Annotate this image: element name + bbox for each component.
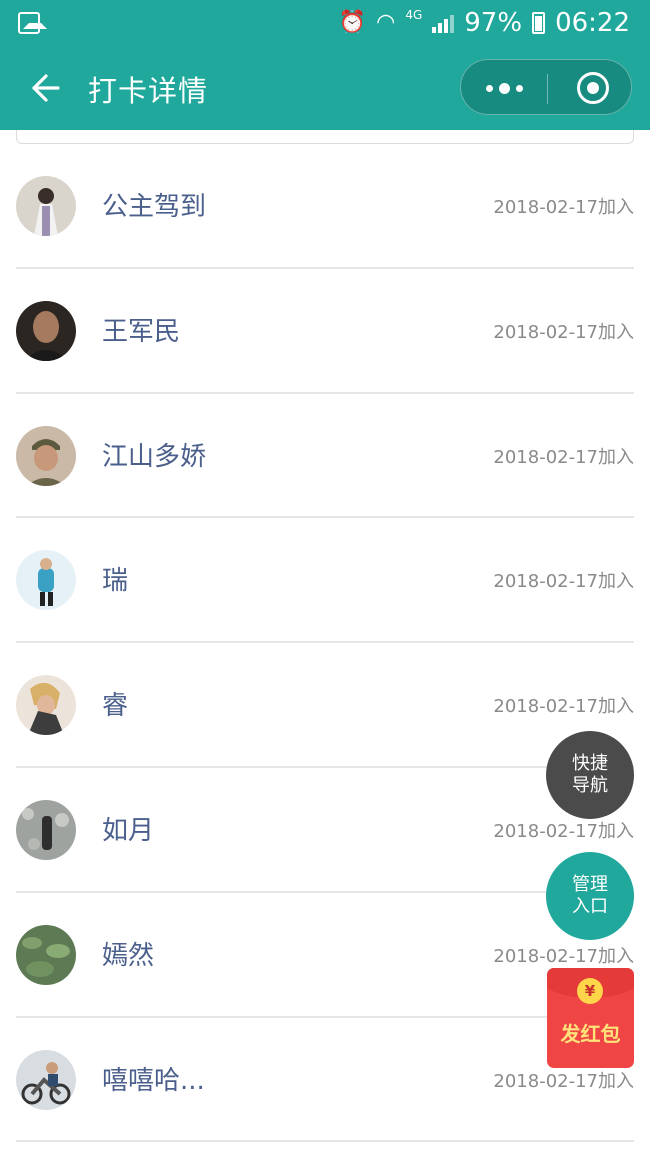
join-date: 2018-02-17加入 [493, 321, 634, 343]
avatar [16, 550, 76, 611]
quick-nav-label-2: 导航 [572, 775, 608, 796]
list-item[interactable]: 嘻嘻哈... 2018-02-17加入 [16, 1018, 634, 1143]
member-name: 嫣然 [102, 940, 155, 971]
more-dots-icon[interactable] [461, 60, 547, 116]
network-type: 4G [405, 8, 423, 22]
join-date: 2018-02-17加入 [493, 945, 634, 967]
red-packet-label: 发红包 [560, 1022, 621, 1046]
quick-nav-button[interactable]: 快捷 导航 [546, 731, 634, 819]
admin-label-1: 管理 [572, 874, 608, 895]
arrow-left-icon[interactable] [26, 70, 62, 106]
battery-percent: 97% [464, 8, 523, 38]
join-date: 2018-02-17加入 [493, 1070, 634, 1092]
join-date: 2018-02-17加入 [493, 696, 634, 718]
target-circle-icon[interactable] [577, 72, 609, 104]
avatar [16, 425, 76, 486]
join-date: 2018-02-17加入 [493, 197, 634, 218]
member-name: 江山多娇 [102, 441, 207, 472]
title-bar: 打卡详情 [0, 46, 650, 130]
clock: 06:22 [555, 8, 630, 38]
join-date: 2018-02-17加入 [493, 820, 634, 842]
admin-entry-button[interactable]: 管理 入口 [546, 852, 634, 940]
member-list: 公主驾到 2018-02-17加入 王军民 2018-02-17加入 江山多娇 … [16, 144, 634, 1143]
avatar [16, 924, 76, 985]
capsule-divider [547, 74, 548, 104]
signal-icon [432, 13, 455, 33]
list-item[interactable]: 王军民 2018-02-17加入 [16, 269, 634, 394]
quick-nav-label-1: 快捷 [572, 753, 608, 774]
yuan-coin-icon: ¥ [577, 978, 603, 1004]
avatar [16, 675, 76, 736]
list-item[interactable]: 如月 2018-02-17加入 [16, 768, 634, 893]
member-name: 瑞 [102, 566, 129, 597]
member-name: 睿 [102, 691, 129, 722]
list-item[interactable]: 睿 2018-02-17加入 [16, 643, 634, 768]
avatar [16, 799, 76, 860]
page-title: 打卡详情 [88, 74, 209, 108]
join-date: 2018-02-17加入 [493, 571, 634, 593]
gallery-notification-icon [18, 12, 47, 34]
avatar [16, 300, 76, 361]
list-item[interactable]: 公主驾到 2018-02-17加入 [16, 144, 634, 269]
wifi-icon: ◠ [376, 10, 396, 35]
list-item[interactable]: 江山多娇 2018-02-17加入 [16, 394, 634, 519]
header-card-edge [16, 130, 634, 144]
list-item[interactable]: 嫣然 2018-02-17加入 [16, 893, 634, 1018]
alarm-icon: ⏰ [338, 10, 367, 35]
admin-label-2: 入口 [572, 896, 608, 917]
send-red-packet-button[interactable]: ¥ 发红包 [547, 968, 634, 1068]
avatar [16, 1049, 76, 1110]
member-name: 公主驾到 [102, 192, 207, 222]
battery-icon [532, 12, 546, 34]
member-name: 如月 [102, 815, 155, 846]
list-item[interactable]: 瑞 2018-02-17加入 [16, 518, 634, 644]
join-date: 2018-02-17加入 [493, 446, 634, 468]
status-bar: ⏰ ◠ 4G 97% 06:22 [0, 0, 650, 46]
member-name: 嘻嘻哈... [102, 1065, 205, 1096]
member-name: 王军民 [102, 316, 181, 347]
mini-program-capsule [460, 59, 632, 115]
avatar [16, 176, 76, 236]
